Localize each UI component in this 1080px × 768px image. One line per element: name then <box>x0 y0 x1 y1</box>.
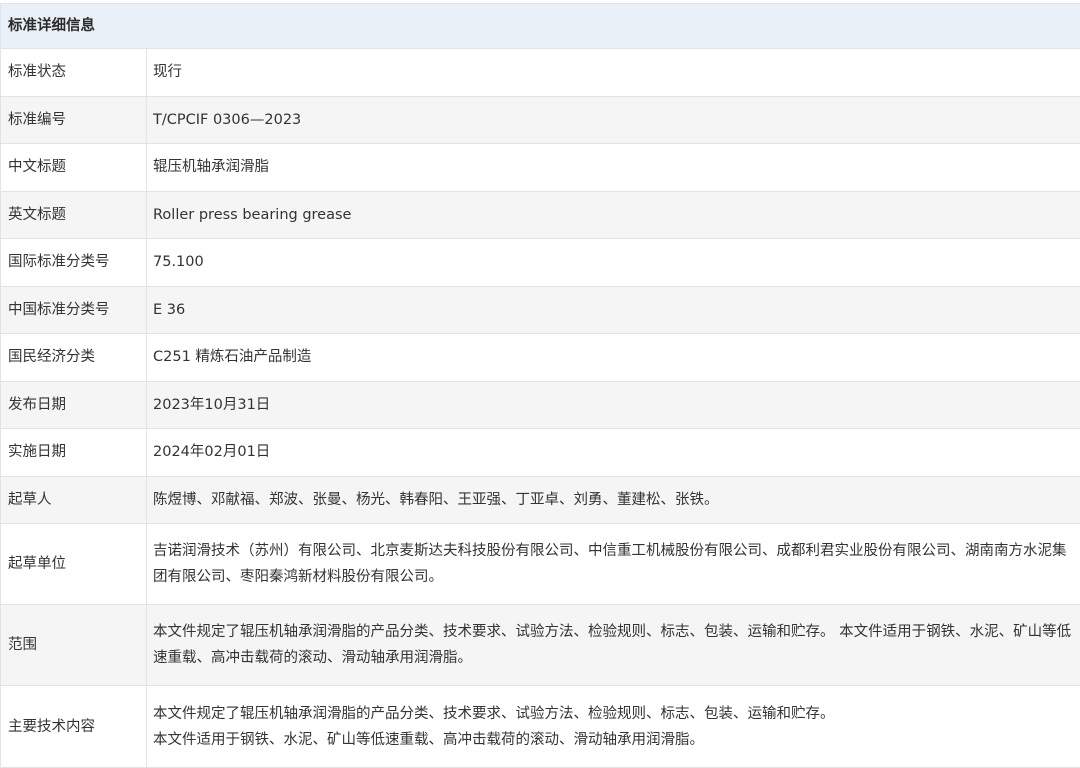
row-value: 辊压机轴承润滑脂 <box>147 144 1080 192</box>
row-label: 国际标准分类号 <box>1 239 147 287</box>
row-label: 英文标题 <box>1 191 147 239</box>
row-label: 标准编号 <box>1 96 147 144</box>
table-row: 中文标题 辊压机轴承润滑脂 <box>1 144 1080 192</box>
table-row: 主要技术内容 本文件规定了辊压机轴承润滑脂的产品分类、技术要求、试验方法、检验规… <box>1 686 1080 768</box>
row-label: 发布日期 <box>1 381 147 429</box>
row-value: 陈煜博、邓献福、郑波、张曼、杨光、韩春阳、王亚强、丁亚卓、刘勇、董建松、张铁。 <box>147 476 1080 524</box>
row-value: T/CPCIF 0306—2023 <box>147 96 1080 144</box>
row-label: 中文标题 <box>1 144 147 192</box>
row-value: 2023年10月31日 <box>147 381 1080 429</box>
value-paragraph: 本文件规定了辊压机轴承润滑脂的产品分类、技术要求、试验方法、检验规则、标志、包装… <box>153 701 1074 727</box>
row-value: Roller press bearing grease <box>147 191 1080 239</box>
table-row: 英文标题 Roller press bearing grease <box>1 191 1080 239</box>
table-row: 范围 本文件规定了辊压机轴承润滑脂的产品分类、技术要求、试验方法、检验规则、标志… <box>1 605 1080 686</box>
row-value: 现行 <box>147 49 1080 97</box>
row-label: 标准状态 <box>1 49 147 97</box>
table-row: 标准状态 现行 <box>1 49 1080 97</box>
row-value: 吉诺润滑技术（苏州）有限公司、北京麦斯达夫科技股份有限公司、中信重工机械股份有限… <box>147 524 1080 605</box>
row-label: 起草单位 <box>1 524 147 605</box>
table-row: 标准编号 T/CPCIF 0306—2023 <box>1 96 1080 144</box>
standard-details-table: 标准详细信息 标准状态 现行 标准编号 T/CPCIF 0306—2023 中文… <box>0 3 1080 768</box>
row-value: 75.100 <box>147 239 1080 287</box>
row-value: E 36 <box>147 286 1080 334</box>
row-value: 本文件规定了辊压机轴承润滑脂的产品分类、技术要求、试验方法、检验规则、标志、包装… <box>147 605 1080 686</box>
row-label: 国民经济分类 <box>1 334 147 382</box>
table-row: 中国标准分类号 E 36 <box>1 286 1080 334</box>
table-row: 国际标准分类号 75.100 <box>1 239 1080 287</box>
table-row: 起草人 陈煜博、邓献福、郑波、张曼、杨光、韩春阳、王亚强、丁亚卓、刘勇、董建松、… <box>1 476 1080 524</box>
row-value: C251 精炼石油产品制造 <box>147 334 1080 382</box>
row-value: 2024年02月01日 <box>147 429 1080 477</box>
row-label: 中国标准分类号 <box>1 286 147 334</box>
row-label: 起草人 <box>1 476 147 524</box>
table-row: 实施日期 2024年02月01日 <box>1 429 1080 477</box>
row-label: 范围 <box>1 605 147 686</box>
value-paragraph: 本文件适用于钢铁、水泥、矿山等低速重载、高冲击载荷的滚动、滑动轴承用润滑脂。 <box>153 727 1074 753</box>
row-label: 实施日期 <box>1 429 147 477</box>
row-label: 主要技术内容 <box>1 686 147 768</box>
row-value: 本文件规定了辊压机轴承润滑脂的产品分类、技术要求、试验方法、检验规则、标志、包装… <box>147 686 1080 768</box>
table-row: 起草单位 吉诺润滑技术（苏州）有限公司、北京麦斯达夫科技股份有限公司、中信重工机… <box>1 524 1080 605</box>
table-header-row: 标准详细信息 <box>1 4 1080 49</box>
table-row: 国民经济分类 C251 精炼石油产品制造 <box>1 334 1080 382</box>
table-row: 发布日期 2023年10月31日 <box>1 381 1080 429</box>
table-title: 标准详细信息 <box>1 4 1080 49</box>
